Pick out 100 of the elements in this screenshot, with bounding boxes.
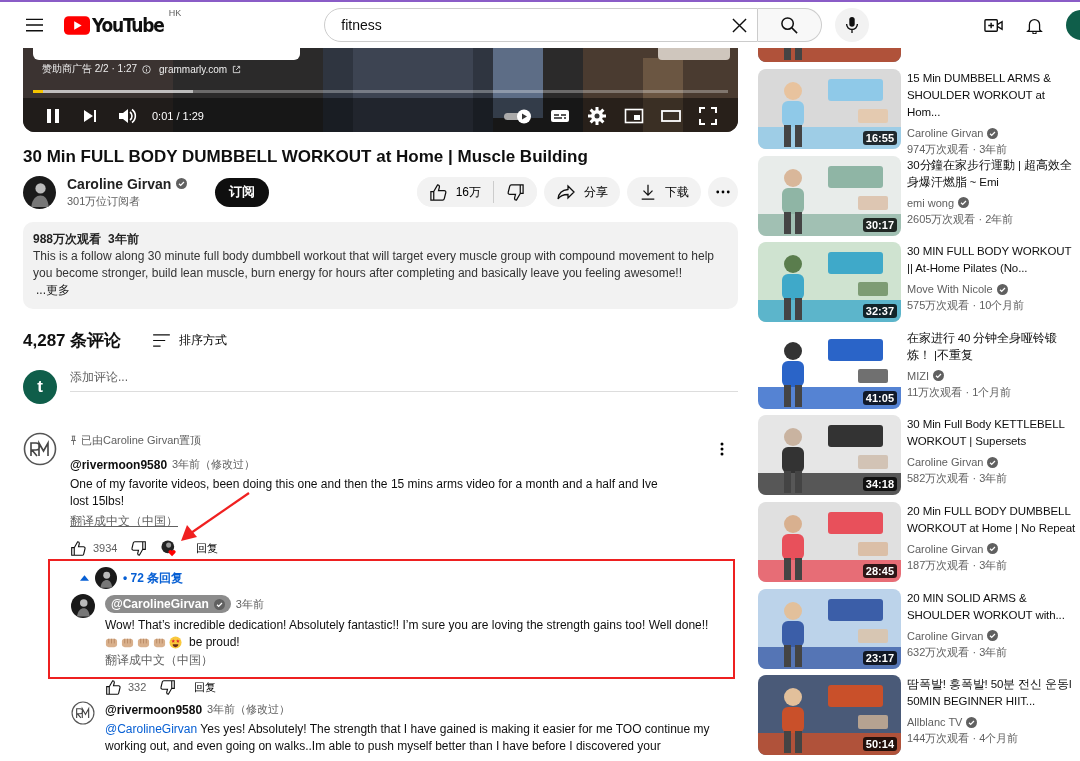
video-title[interactable]: 15 Min DUMBBELL ARMS & SHOULDER WORKOUT at Hom... [907,70,1080,121]
translate-link[interactable]: 翻译成中文（中国） [105,652,213,669]
comment-count: 4,287 条评论 [23,330,122,352]
thumbs-up-icon[interactable] [70,539,87,557]
progress-bar[interactable] [33,90,728,93]
reply-button[interactable]: 回复 [196,540,219,556]
video-camera-icon[interactable] [984,16,1003,34]
subscribe-button[interactable]: 订阅 [215,177,270,207]
menu-icon[interactable] [26,18,43,32]
comment-time[interactable]: 3年前（修改过） [207,702,291,717]
video-stats: 632万次观看 · 3年前 [907,644,1009,660]
video-stats: 575万次观看 · 10个月前 [907,298,1026,314]
duration-badge: 32:37 [862,304,897,319]
info-icon[interactable] [142,64,152,74]
comment-text: Wow! That’s incredible dedication! Absolutely fantastic!! I’m sure you are loving the strength gains too! Well done!! [105,617,710,634]
video-player[interactable]: 赞助商广告 2/2 · 1:27 grammarly.com 0:01 / 1:29 [23,48,738,132]
video-title: 30 Min FULL BODY DUMBBELL WORKOUT at Home | Muscle Building [23,146,589,168]
channel-name[interactable]: MIZI [907,367,929,384]
comment-author[interactable]: @rivermoon9580 [70,457,168,472]
sort-button[interactable]: 排序方式 [147,331,234,350]
play-logo-icon[interactable] [64,15,90,35]
avatar[interactable] [71,701,95,725]
video-title[interactable]: 20 Min FULL BODY DUMBBELL WORKOUT at Home | No Repeat [907,502,1080,537]
comment-text: One of my favorite videos, been doing this one and then the 15 mins arms video for a month and a half and Ive lost 15lbs! [70,476,659,510]
search-field[interactable]: fitness [324,8,759,42]
comment-text: be proud! [189,635,240,649]
ad-thumbnail [658,48,730,60]
video-title[interactable]: 30 MIN FULL BODY WORKOUT || At-Home Pilates (No... [907,243,1080,278]
video-title[interactable]: 30 Min Full Body KETTLEBELL WORKOUT | Supersets [907,416,1080,451]
avatar[interactable] [23,175,56,209]
volume-icon[interactable] [117,106,137,126]
comment-time[interactable]: 3年前（修改过） [172,457,256,472]
duration-badge: 34:18 [862,477,897,492]
ad-link[interactable]: grammarly.com [159,63,228,75]
annotation-arrow [179,491,251,543]
comment-input[interactable]: 添加评论... [70,370,738,392]
channel-name[interactable]: Caroline Girvan [907,540,984,557]
show-more-link[interactable]: ...更多 [36,283,70,297]
mention-link[interactable]: @CarolineGirvan [105,722,198,736]
caret-icon[interactable] [80,575,89,581]
sort-icon[interactable] [153,334,171,347]
duration-badge: 16:55 [862,131,897,145]
more-dots-icon[interactable] [716,190,730,194]
avatar[interactable] [71,594,95,618]
upload-age: 3年前 [108,231,139,248]
ad-label: 赞助商广告 2/2 · 1:27 [42,62,138,76]
channel-name[interactable]: Caroline Girvan [67,175,172,192]
reply-button[interactable]: 回复 [194,679,217,695]
search-icon[interactable] [780,15,800,35]
bell-icon[interactable] [1025,16,1044,34]
external-link-icon[interactable] [232,64,242,74]
subscriber-count: 301万位订阅者 [67,193,142,209]
like-count: 3934 [93,542,118,554]
video-title[interactable]: 땀폭발! 흥폭발! 50분 전신 운동l 50MIN BEGINNER HIIT... [907,676,1080,711]
avatar[interactable] [23,432,57,466]
thumbs-down-icon[interactable] [506,182,525,202]
channel-name[interactable]: Caroline Girvan [907,627,984,644]
comment-time[interactable]: 3年前 [235,596,264,612]
thumbs-up-icon[interactable] [105,678,122,696]
channel-name[interactable]: Caroline Girvan [907,125,984,141]
translate-link[interactable]: 翻译成中文（中国） [70,513,178,530]
view-count: 988万次观看 [33,231,102,248]
avatar [95,567,117,589]
logo-text[interactable]: YouTube [92,14,164,36]
video-stats: 144万次观看 · 4个月前 [907,731,1020,747]
channel-name[interactable]: Move With Nicole [907,281,993,298]
thumbs-up-icon[interactable] [428,182,448,202]
replies-toggle[interactable]: • 72 条回复 [123,569,184,587]
share-button[interactable]: 分享 [544,177,620,207]
like-count: 332 [128,681,147,693]
video-title[interactable]: 20 MIN SOLID ARMS & SHOULDER WORKOUT with... [907,589,1080,624]
search-button[interactable] [758,8,823,42]
channel-name[interactable]: emi wong [907,194,955,211]
thumbs-down-icon[interactable] [130,539,148,557]
time-display: 0:01 / 1:29 [152,110,204,122]
duration-badge: 50:14 [862,737,897,752]
microphone-button[interactable] [835,8,870,42]
share-arrow-icon[interactable] [556,182,576,202]
video-title[interactable]: 在家进行 40 分钟全身哑铃锻炼！ |不重复 [907,329,1080,364]
video-stats: 582万次观看 · 3年前 [907,471,1009,487]
thumbs-down-icon[interactable] [159,678,177,696]
video-stats: 11万次观看 · 1个月前 [907,384,1013,400]
video-stats: 2605万次观看 · 2年前 [907,211,1015,227]
pin-icon [70,435,77,446]
channel-name[interactable]: Caroline Girvan [907,454,984,471]
download-button[interactable]: 下载 [627,177,701,207]
comment-author[interactable]: @rivermoon9580 [105,702,203,717]
channel-name[interactable]: Allblanc TV [907,714,963,731]
close-icon[interactable] [732,17,748,33]
creator-heart-icon[interactable] [161,539,179,557]
download-icon[interactable] [639,183,657,201]
user-avatar: t [23,370,57,404]
settings-icon[interactable] [587,106,607,126]
miniplayer-icon[interactable] [624,106,644,126]
more-options-icon[interactable] [720,442,724,456]
fullscreen-icon[interactable] [698,106,718,126]
video-stats: 974万次观看 · 3年前 [907,142,1009,157]
video-title[interactable]: 30分鐘在家步行運動 | 超高效全身爆汗燃脂 ~ Emi [907,156,1080,191]
pinned-label: 已由Caroline Girvan置顶 [81,433,202,448]
star-eyes-emoji-icon [169,635,182,649]
